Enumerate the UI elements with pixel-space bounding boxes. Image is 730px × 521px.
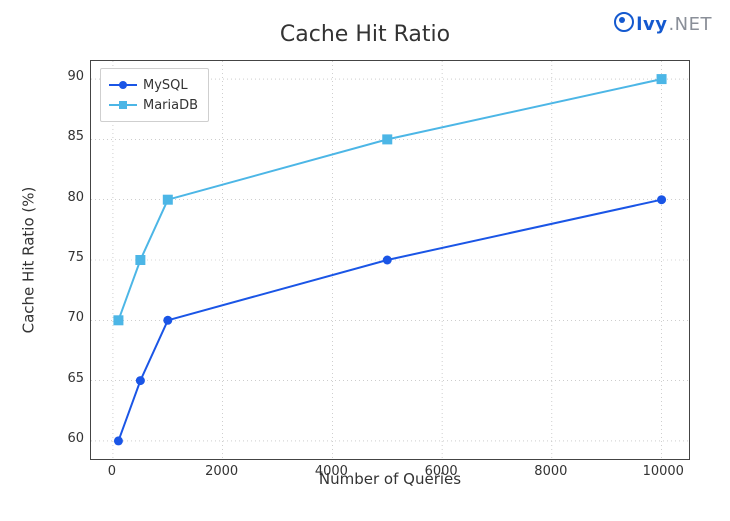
x-tick-label: 6000 bbox=[423, 464, 459, 479]
x-tick-label: 4000 bbox=[313, 464, 349, 479]
y-tick-label: 80 bbox=[58, 190, 84, 205]
data-point bbox=[114, 316, 123, 325]
data-point bbox=[383, 256, 392, 265]
y-tick-label: 60 bbox=[58, 431, 84, 446]
y-tick-label: 70 bbox=[58, 310, 84, 325]
x-axis-label: Number of Queries bbox=[90, 470, 690, 488]
data-point bbox=[383, 135, 392, 144]
square-marker-icon bbox=[119, 101, 127, 109]
chart-title: Cache Hit Ratio bbox=[0, 22, 730, 47]
x-tick-label: 0 bbox=[94, 464, 130, 479]
legend-swatch-mariadb bbox=[109, 99, 137, 111]
data-point bbox=[163, 195, 172, 204]
y-tick-label: 65 bbox=[58, 371, 84, 386]
x-tick-label: 10000 bbox=[643, 464, 679, 479]
y-axis-label: Cache Hit Ratio (%) bbox=[18, 60, 38, 460]
data-point bbox=[163, 316, 172, 325]
data-point bbox=[114, 436, 123, 445]
chart-stage: lvy.NET Cache Hit Ratio Cache Hit Ratio … bbox=[0, 0, 730, 521]
legend-label: MySQL bbox=[143, 78, 188, 93]
y-tick-label: 75 bbox=[58, 250, 84, 265]
legend-label: MariaDB bbox=[143, 98, 198, 113]
legend-entry-mysql: MySQL bbox=[109, 75, 198, 95]
legend-swatch-mysql bbox=[109, 79, 137, 91]
data-point bbox=[136, 256, 145, 265]
y-tick-label: 85 bbox=[58, 129, 84, 144]
circle-marker-icon bbox=[119, 81, 127, 89]
data-point bbox=[657, 195, 666, 204]
legend-entry-mariadb: MariaDB bbox=[109, 95, 198, 115]
data-point bbox=[657, 75, 666, 84]
data-point bbox=[136, 376, 145, 385]
x-tick-label: 2000 bbox=[204, 464, 240, 479]
y-tick-label: 90 bbox=[58, 69, 84, 84]
legend: MySQL MariaDB bbox=[100, 68, 209, 122]
x-tick-label: 8000 bbox=[533, 464, 569, 479]
